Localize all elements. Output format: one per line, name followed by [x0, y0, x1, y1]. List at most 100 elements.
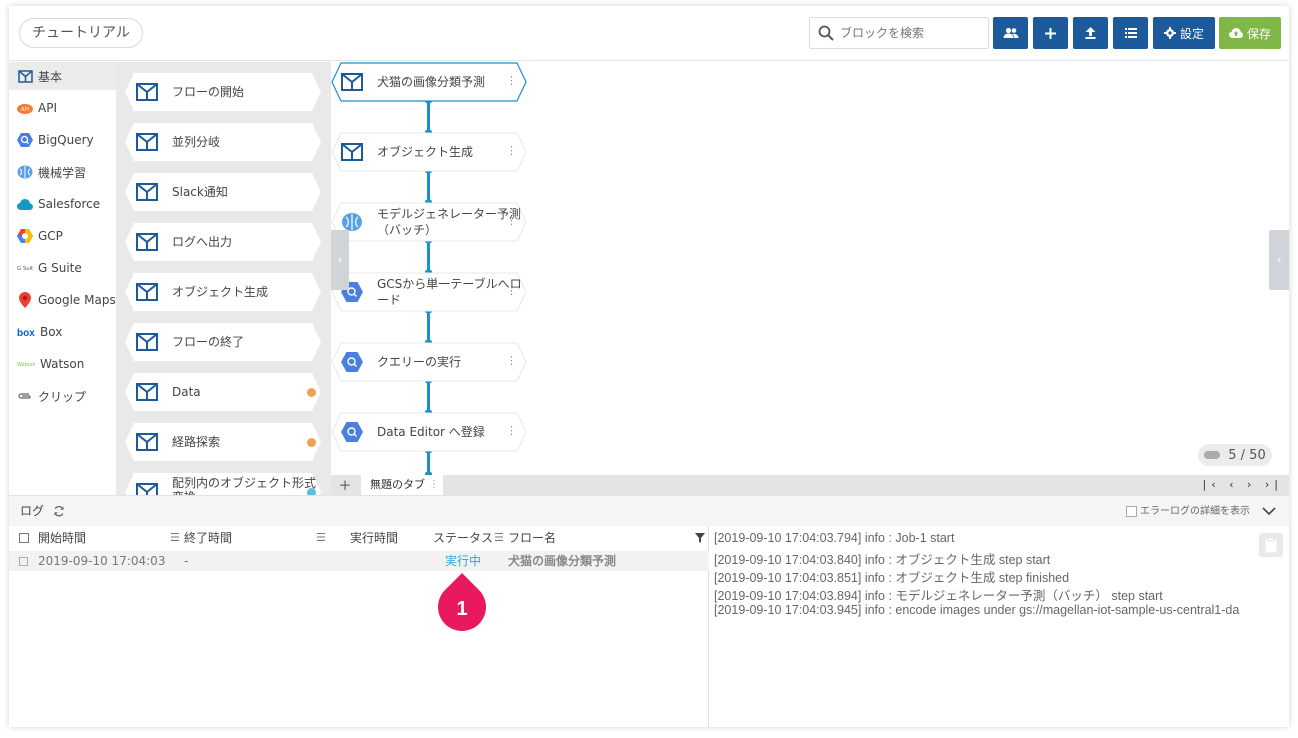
status-dot: [307, 438, 316, 447]
collapse-palette-button[interactable]: ‹: [331, 230, 349, 290]
category-label: Salesforce: [38, 197, 101, 211]
upload-button[interactable]: [1073, 17, 1108, 49]
bigquery-icon: [341, 422, 363, 442]
log-title: ログ: [20, 504, 45, 518]
error-detail-checkbox[interactable]: [1126, 506, 1137, 517]
category-api[interactable]: API API: [9, 94, 116, 122]
palette-block-label: 経路探索: [172, 435, 221, 449]
canvas-tab-strip: + 無題のタブ ⋮ |‹ ‹ › ›|: [331, 475, 1289, 495]
category-gsuite[interactable]: G Suite G Suite: [9, 254, 116, 282]
add-button[interactable]: [1033, 17, 1068, 49]
filter-icon[interactable]: ☰: [316, 526, 326, 550]
col-flow-name[interactable]: フロー名: [508, 526, 556, 550]
category-clip[interactable]: クリップ: [9, 382, 116, 410]
palette-block[interactable]: Data: [124, 372, 322, 412]
clip-icon: [17, 388, 33, 404]
more-vertical-icon[interactable]: ⋮: [506, 214, 517, 227]
category-ml[interactable]: 機械学習: [9, 158, 116, 186]
upload-icon: [1085, 27, 1096, 39]
page-indicator[interactable]: 5 / 50: [1198, 444, 1272, 466]
flow-connector: [425, 449, 432, 476]
palette-block[interactable]: フローの開始: [124, 72, 322, 112]
palette-block[interactable]: オブジェクト生成: [124, 272, 322, 312]
category-watson[interactable]: Watson Watson: [9, 350, 116, 378]
flow-step-label-line1: GCSから単一テーブルへロ: [377, 277, 522, 291]
more-vertical-icon[interactable]: ⋮: [506, 74, 517, 87]
row-end-time: -: [184, 554, 189, 568]
category-gcp[interactable]: GCP: [9, 222, 116, 250]
save-button[interactable]: 保存: [1219, 17, 1281, 49]
tab-navigation[interactable]: |‹ ‹ › ›|: [1203, 475, 1284, 495]
job-log-list: 開始時間 ☰ 終了時間 ☰ 実行時間 ステータス ☰ フロー名 2019-09-…: [9, 526, 709, 727]
more-vertical-icon[interactable]: ⋮: [506, 144, 517, 157]
gsuite-icon: G Suite: [17, 260, 33, 276]
category-box[interactable]: box Box: [9, 318, 116, 346]
col-end-time[interactable]: 終了時間: [184, 526, 232, 550]
col-start-time[interactable]: 開始時間: [38, 526, 86, 550]
category-sidebar: 基本 API API BigQuery 機械学習 Salesforce GCP …: [9, 62, 116, 495]
palette-block[interactable]: 経路探索: [124, 422, 322, 462]
category-label: Watson: [40, 357, 85, 371]
palette-block-label: フローの終了: [172, 335, 245, 349]
block-palette: フローの開始 並列分岐 Slack通知 ログへ出力 オブジェクト生成 フローの終…: [116, 62, 331, 495]
box-icon: box: [17, 324, 35, 340]
filter-icon[interactable]: ☰: [170, 526, 180, 550]
select-all-checkbox[interactable]: [19, 533, 29, 543]
flow-step[interactable]: オブジェクト生成 ⋮: [331, 132, 527, 172]
flow-title[interactable]: チュートリアル: [19, 18, 143, 48]
category-label: G Suite: [38, 261, 82, 275]
row-checkbox[interactable]: [19, 557, 28, 566]
expand-right-panel-button[interactable]: ‹: [1269, 230, 1289, 290]
palette-block[interactable]: ログへ出力: [124, 222, 322, 262]
more-vertical-icon[interactable]: ⋮: [506, 354, 517, 367]
block-search[interactable]: [809, 17, 989, 49]
settings-button[interactable]: 設定: [1153, 17, 1215, 49]
basic-block-icon: [17, 68, 33, 84]
palette-block[interactable]: フローの終了: [124, 322, 322, 362]
more-vertical-icon[interactable]: ⋮: [429, 475, 439, 495]
palette-block[interactable]: 並列分岐: [124, 122, 322, 162]
list-button[interactable]: [1113, 17, 1148, 49]
status-dot: [307, 388, 316, 397]
basic-block-icon: [136, 133, 158, 151]
palette-block-label: 並列分岐: [172, 135, 221, 149]
search-input[interactable]: [840, 22, 980, 44]
flow-step[interactable]: 犬猫の画像分類予測 ⋮: [331, 62, 527, 102]
category-google-maps[interactable]: Google Maps: [9, 286, 116, 314]
flow-step-label: クエリーの実行: [377, 355, 462, 369]
chevron-down-icon[interactable]: [1262, 506, 1276, 516]
table-row[interactable]: 2019-09-10 17:04:03 - 実行中 犬猫の画像分類予測: [9, 551, 709, 571]
palette-block[interactable]: Slack通知: [124, 172, 322, 212]
filter-icon[interactable]: ☰: [494, 526, 504, 550]
palette-block[interactable]: 配列内のオブジェクト形式変換: [124, 472, 322, 495]
page-indicator-text: 5 / 50: [1228, 447, 1266, 463]
console-line: [2019-09-10 17:04:03.851] info : オブジェクト生…: [714, 571, 1070, 585]
flow-step[interactable]: クエリーの実行 ⋮: [331, 342, 527, 382]
col-duration[interactable]: 実行時間: [350, 526, 398, 550]
category-label: GCP: [38, 229, 63, 243]
users-icon: [1003, 27, 1018, 38]
refresh-icon[interactable]: [53, 505, 65, 517]
flow-step[interactable]: GCSから単一テーブルへロ ード ⋮: [331, 272, 527, 312]
toggle-icon: [1204, 451, 1221, 459]
col-status[interactable]: ステータス: [433, 526, 493, 550]
basic-block-icon: [136, 183, 158, 201]
flow-step[interactable]: モデルジェネレーター予測 （バッチ） ⋮: [331, 202, 527, 242]
more-vertical-icon[interactable]: ⋮: [506, 284, 517, 297]
canvas-tab[interactable]: 無題のタブ ⋮: [361, 475, 443, 495]
svg-text:G Suite: G Suite: [17, 266, 33, 272]
palette-block-label: ログへ出力: [172, 235, 233, 249]
category-bigquery[interactable]: BigQuery: [9, 126, 116, 154]
clipboard-icon: [1265, 537, 1277, 553]
funnel-icon[interactable]: [695, 533, 705, 543]
more-vertical-icon[interactable]: ⋮: [506, 424, 517, 437]
category-salesforce[interactable]: Salesforce: [9, 190, 116, 218]
palette-block-label: Slack通知: [172, 185, 228, 199]
add-tab-button[interactable]: +: [337, 475, 353, 495]
users-button[interactable]: [993, 17, 1028, 49]
map-pin-icon: [17, 292, 33, 308]
flow-step-label: オブジェクト生成: [377, 145, 474, 159]
clipboard-button[interactable]: [1259, 533, 1283, 557]
flow-step[interactable]: Data Editor へ登録 ⋮: [331, 412, 527, 452]
category-basic[interactable]: 基本: [9, 62, 116, 90]
